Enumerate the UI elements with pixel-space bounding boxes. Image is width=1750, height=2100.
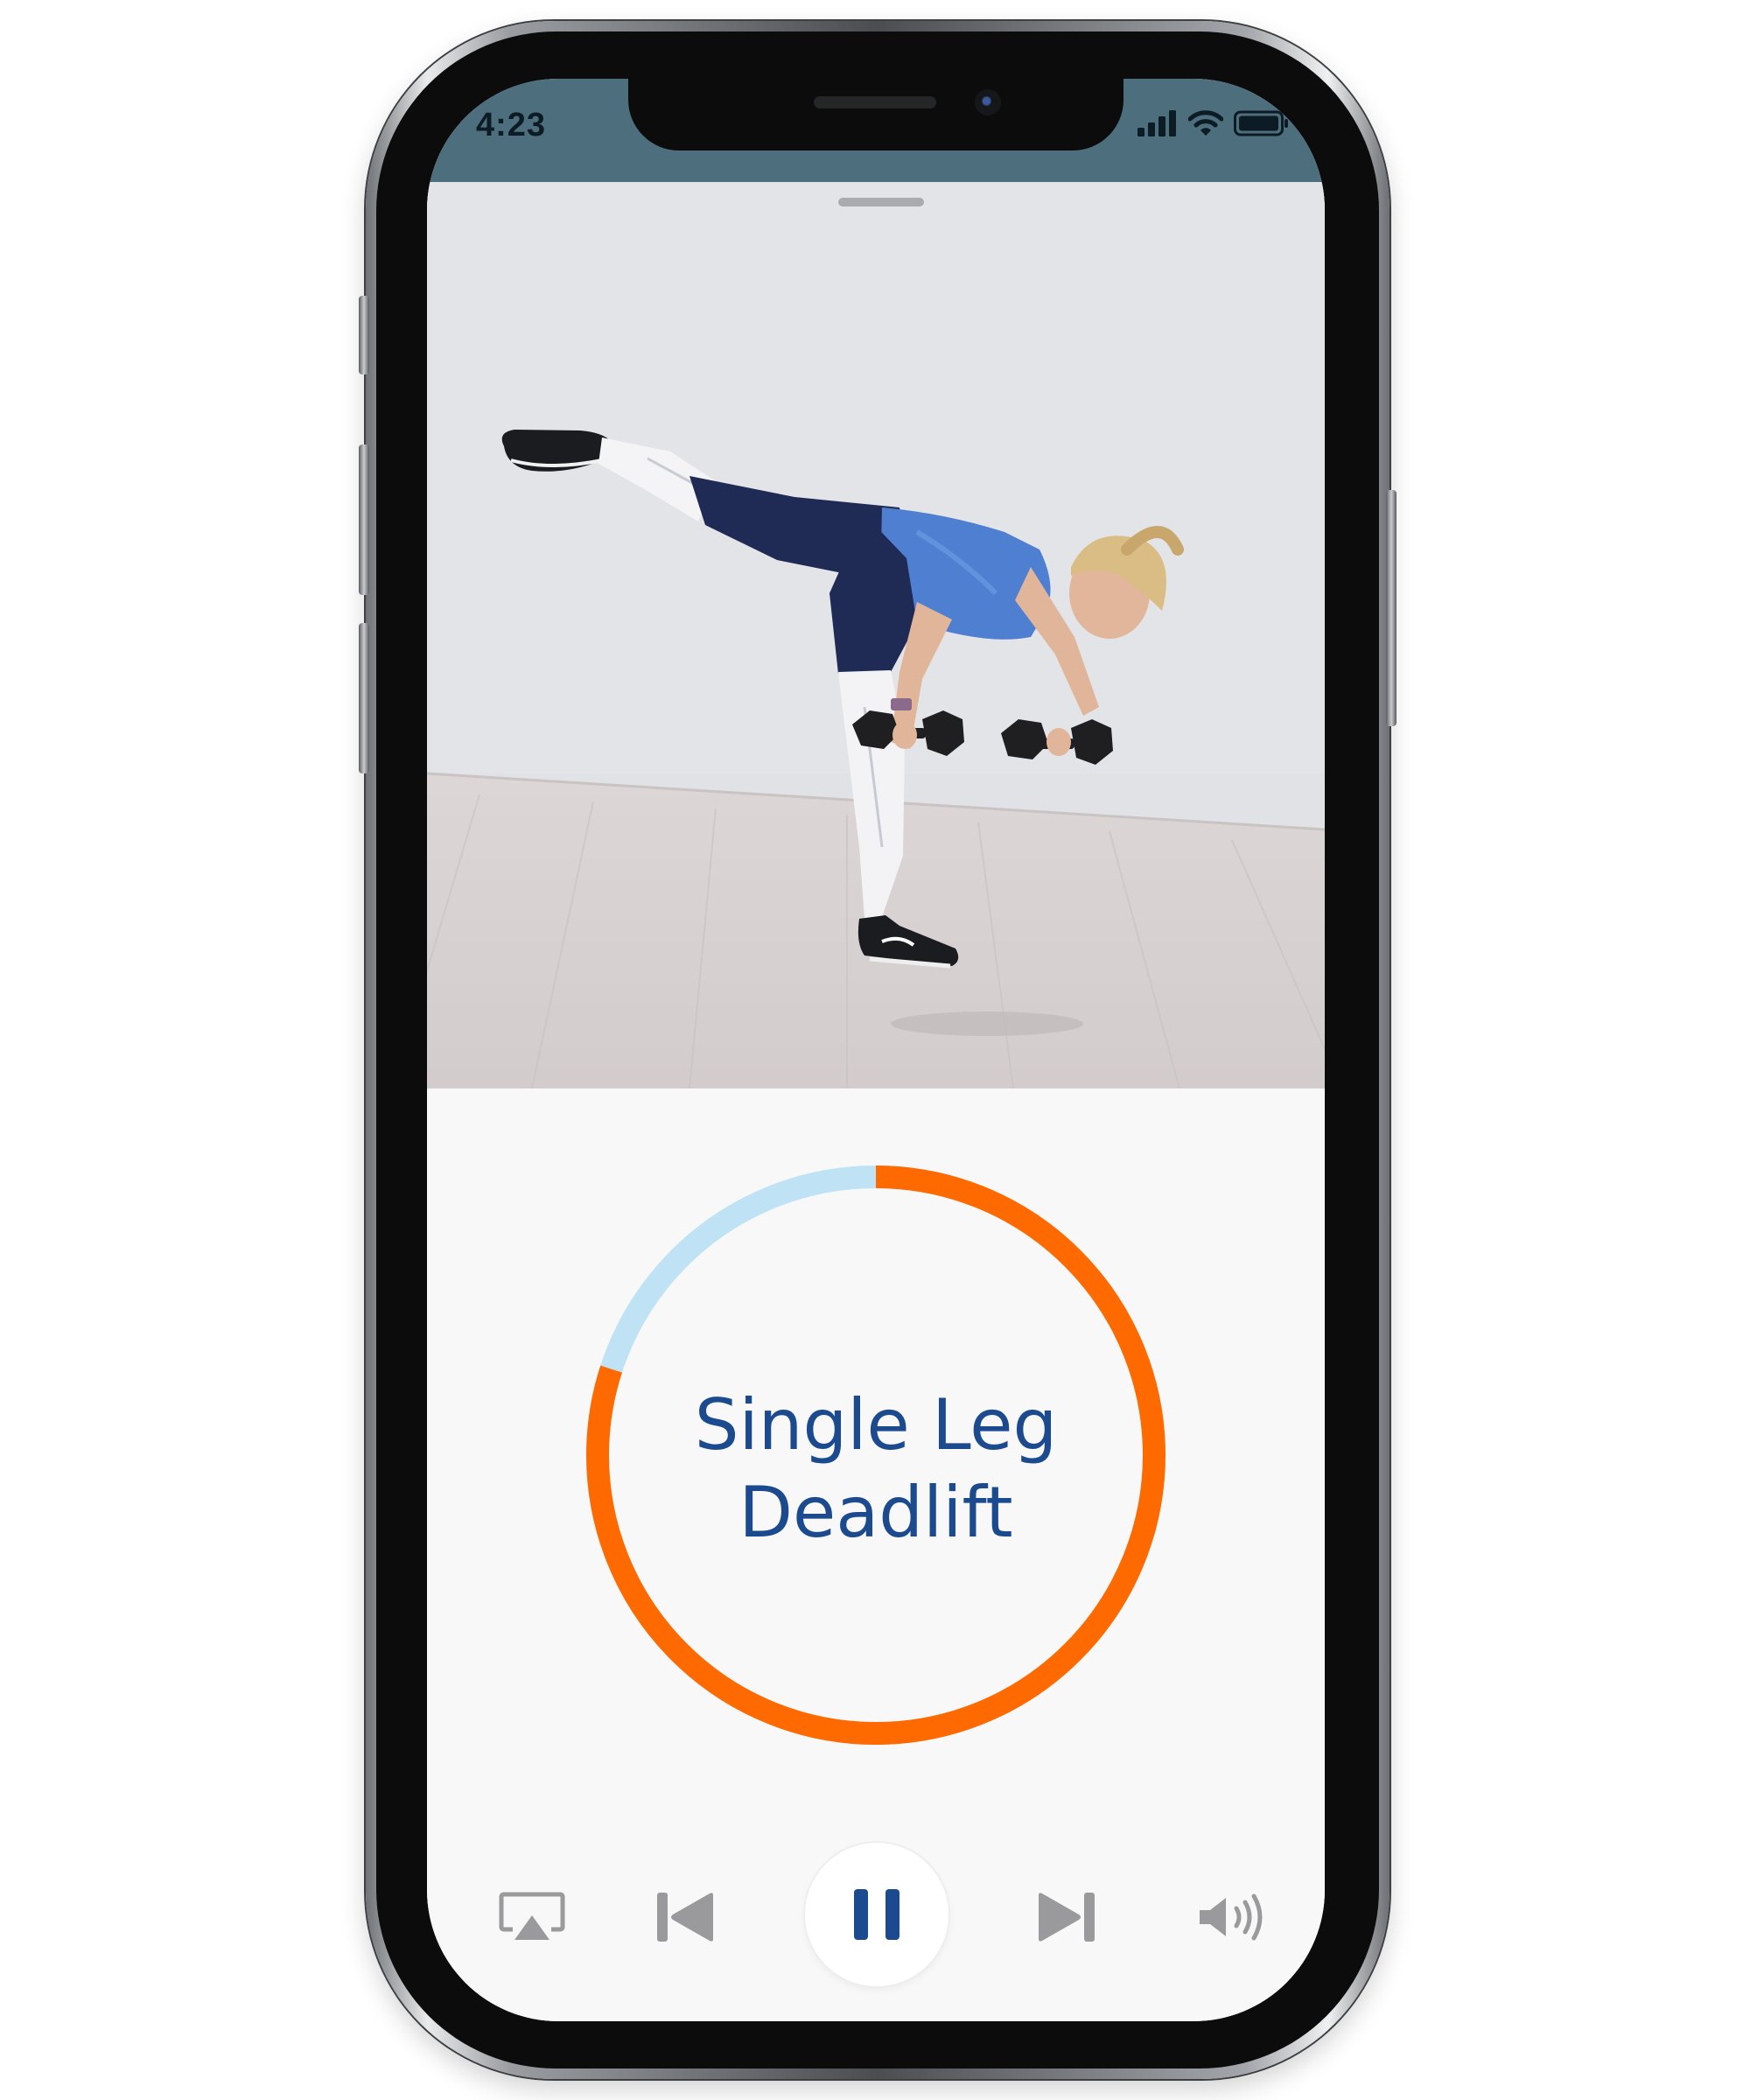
sheet-grab-handle[interactable] <box>838 198 924 206</box>
volume-icon <box>1200 1894 1263 1941</box>
status-time: 4:23 <box>476 107 547 144</box>
workout-panel: Single Leg Deadlift <box>427 1088 1325 2021</box>
next-exercise-button[interactable] <box>1031 1882 1101 1952</box>
front-camera <box>975 89 1001 116</box>
exercise-demo-illustration <box>427 182 1325 1088</box>
playback-controls <box>427 1843 1325 1992</box>
battery-icon <box>1234 110 1288 136</box>
silent-switch <box>359 296 369 374</box>
exercise-title: Single Leg Deadlift <box>602 1382 1150 1557</box>
skip-next-icon <box>1039 1893 1095 1942</box>
status-icons <box>1138 108 1290 138</box>
wifi-icon <box>1188 110 1223 136</box>
exercise-title-line-2: Deadlift <box>738 1472 1013 1553</box>
airplay-button[interactable] <box>497 1882 567 1952</box>
volume-up-button <box>359 444 369 595</box>
volume-button[interactable] <box>1194 1882 1269 1952</box>
pause-button[interactable] <box>805 1843 948 1986</box>
pause-icon <box>854 1889 900 1940</box>
airplay-icon <box>499 1892 565 1940</box>
earpiece-speaker <box>814 96 936 108</box>
display-notch <box>628 79 1124 150</box>
exercise-title-line-1: Single Leg <box>694 1384 1058 1466</box>
previous-exercise-button[interactable] <box>651 1882 721 1952</box>
exercise-video[interactable] <box>427 182 1325 1088</box>
cellular-signal-icon <box>1138 110 1176 136</box>
volume-down-button <box>359 623 369 774</box>
skip-previous-icon <box>657 1893 713 1942</box>
phone-screen: 4:23 Single Leg Deadlift <box>427 79 1325 2021</box>
status-bar: 4:23 <box>427 79 1325 182</box>
power-button <box>1386 490 1396 726</box>
